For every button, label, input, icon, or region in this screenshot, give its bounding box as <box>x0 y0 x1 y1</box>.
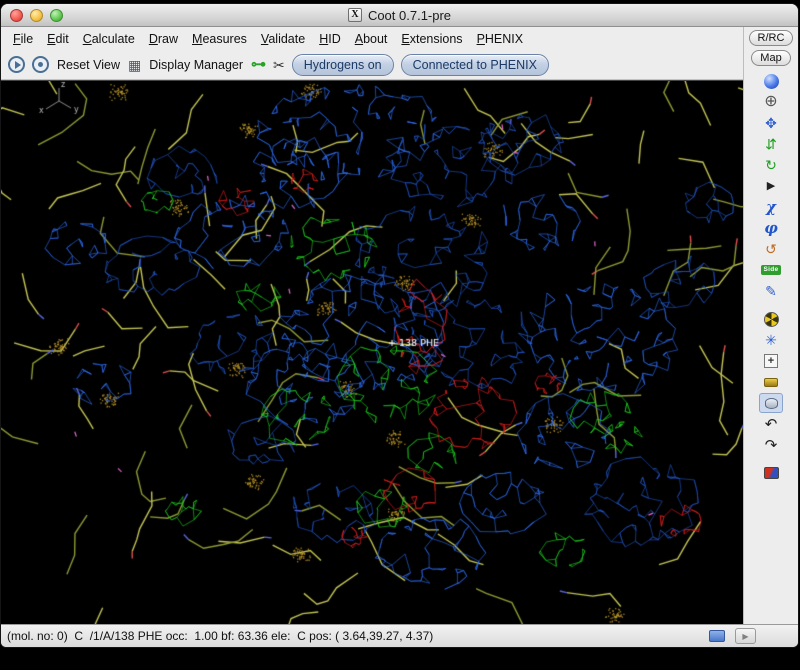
x11-app-icon: X <box>348 8 362 22</box>
add-residue-glyph: + <box>764 354 778 368</box>
run-button[interactable]: ▶ <box>735 628 756 644</box>
side-icon-stack: ⊕ ✥ ⇵ ↻ ▶ χ φ ↺ Side ✎ ✳ + ↶ ↷ <box>759 71 783 483</box>
status-bar: (mol. no: 0) C /1/A/138 PHE occ: 1.00 bf… <box>1 624 798 647</box>
right-toolbar: R/RC Map ⊕ ✥ ⇵ ↻ ▶ χ φ ↺ Side ✎ ✳ + ↶ ↷ <box>743 27 798 624</box>
brush-icon[interactable] <box>759 372 783 392</box>
color-flag-icon[interactable] <box>759 463 783 483</box>
cylinder-glyph <box>765 398 778 409</box>
menu-edit[interactable]: Edit <box>40 29 76 49</box>
pan-icon[interactable]: ✥ <box>759 113 783 133</box>
menu-file[interactable]: File <box>6 29 40 49</box>
zoom-button[interactable] <box>50 9 63 22</box>
phenix-connection-button[interactable]: Connected to PHENIX <box>401 54 549 76</box>
recenter-icon[interactable] <box>32 56 49 73</box>
refine-icon[interactable]: ⇵ <box>759 134 783 154</box>
redo-icon[interactable]: ↷ <box>759 435 783 455</box>
hydrogens-toggle-button[interactable]: Hydrogens on <box>292 54 394 76</box>
add-atom-icon[interactable]: ✳ <box>759 330 783 350</box>
pencil-icon[interactable]: ✎ <box>759 281 783 301</box>
display-manager-button[interactable]: Display Manager <box>148 58 244 72</box>
mutate-glyph <box>764 312 779 327</box>
minimize-button[interactable] <box>30 9 43 22</box>
map-button[interactable]: Map <box>751 50 790 66</box>
main-region: File Edit Calculate Draw Measures Valida… <box>1 27 798 624</box>
side-chain-flip-label: Side <box>761 265 782 276</box>
key-icon[interactable]: ⊶ <box>251 57 266 72</box>
window-controls <box>10 9 63 22</box>
reset-view-icon[interactable] <box>8 56 25 73</box>
menu-hid[interactable]: HID <box>312 29 348 49</box>
molecular-viewport[interactable] <box>1 81 743 624</box>
undo-icon[interactable]: ↶ <box>759 414 783 434</box>
canvas-container <box>1 80 743 624</box>
rrc-button[interactable]: R/RC <box>749 30 794 46</box>
rotamer-icon[interactable]: ↻ <box>759 155 783 175</box>
cylinder-icon[interactable] <box>759 393 783 413</box>
menu-calculate[interactable]: Calculate <box>76 29 142 49</box>
side-chain-flip-icon[interactable]: Side <box>759 260 783 280</box>
scissors-icon[interactable]: ✂ <box>273 58 285 72</box>
chi-angles-icon[interactable]: χ <box>759 197 783 217</box>
title-bar[interactable]: X Coot 0.7.1-pre <box>1 4 798 27</box>
menu-extensions[interactable]: Extensions <box>394 29 469 49</box>
left-column: File Edit Calculate Draw Measures Valida… <box>1 27 743 624</box>
mutate-icon[interactable] <box>759 309 783 329</box>
reset-view-button[interactable]: Reset View <box>56 58 121 72</box>
rotate-translate-icon[interactable]: ↺ <box>759 239 783 259</box>
map-sphere-glyph <box>764 74 779 89</box>
menu-draw[interactable]: Draw <box>142 29 185 49</box>
menu-about[interactable]: About <box>348 29 395 49</box>
scrollbar-thumb[interactable] <box>709 630 725 642</box>
globe-icon[interactable]: ⊕ <box>759 92 783 112</box>
add-residue-icon[interactable]: + <box>759 351 783 371</box>
window-title-text: Coot 0.7.1-pre <box>368 8 451 23</box>
brush-glyph <box>764 378 778 387</box>
menu-phenix[interactable]: PHENIX <box>470 29 531 49</box>
status-text: (mol. no: 0) C /1/A/138 PHE occ: 1.00 bf… <box>7 629 699 643</box>
color-flag-glyph <box>764 467 779 479</box>
app-window: X Coot 0.7.1-pre File Edit Calculate Dra… <box>0 3 799 648</box>
torsion-icon[interactable]: φ <box>759 218 783 238</box>
close-button[interactable] <box>10 9 23 22</box>
menu-validate[interactable]: Validate <box>254 29 312 49</box>
display-manager-icon[interactable]: ▦ <box>128 58 141 72</box>
map-sphere-icon[interactable] <box>759 71 783 91</box>
toolbar: Reset View ▦ Display Manager ⊶ ✂ Hydroge… <box>1 50 743 80</box>
window-title: X Coot 0.7.1-pre <box>348 8 451 23</box>
menu-measures[interactable]: Measures <box>185 29 254 49</box>
play-icon[interactable]: ▶ <box>759 176 783 196</box>
menu-bar: File Edit Calculate Draw Measures Valida… <box>1 27 743 50</box>
